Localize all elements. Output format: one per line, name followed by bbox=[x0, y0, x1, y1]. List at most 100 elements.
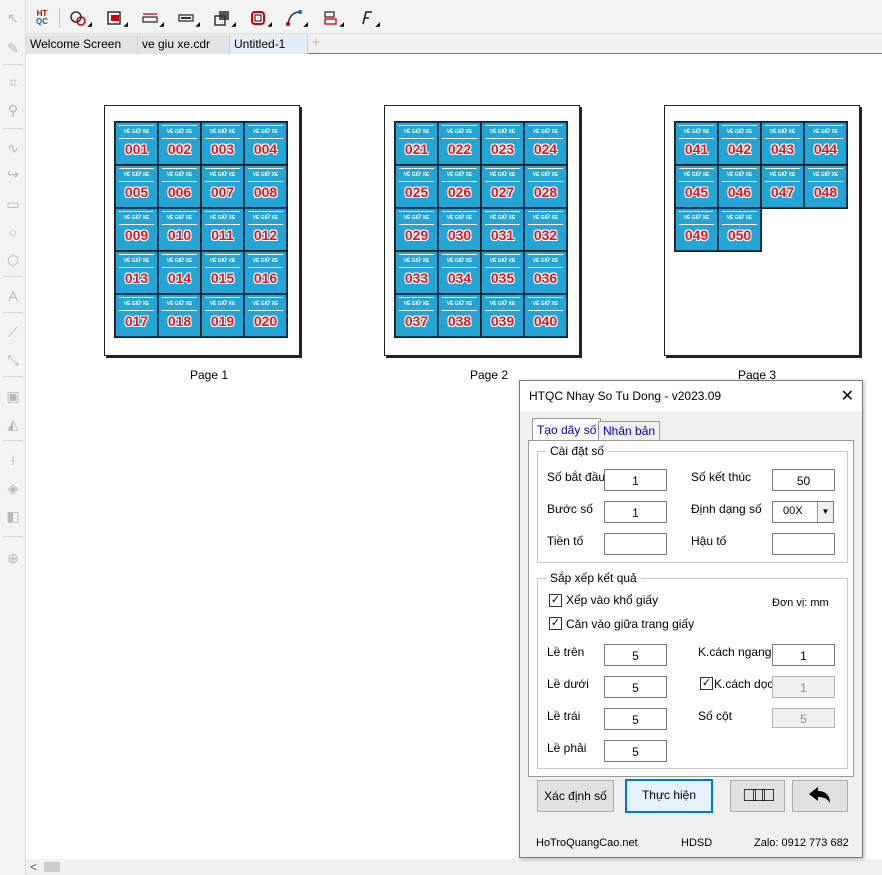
ticket-tile[interactable]: VÉ GIỮ XE 028 bbox=[523, 164, 568, 209]
ticket-tile[interactable]: VÉ GIỮ XE 040 bbox=[523, 293, 568, 338]
ticket-tile[interactable]: VÉ GIỮ XE 018 bbox=[157, 293, 202, 338]
ticket-tile[interactable]: VÉ GIỮ XE 041 bbox=[674, 121, 719, 166]
barcode-tool-icon[interactable]: ◢ bbox=[174, 8, 200, 28]
hgap-field[interactable]: 1 bbox=[772, 644, 835, 666]
ticket-tile[interactable]: VÉ GIỮ XE 044 bbox=[803, 121, 848, 166]
footer-help-link[interactable]: HDSD bbox=[681, 837, 712, 849]
smart-fill-tool-icon[interactable]: ◧ bbox=[3, 506, 23, 526]
drop-shadow-tool-icon[interactable]: ▣ bbox=[3, 386, 23, 406]
transparency-tool-icon[interactable]: ◭ bbox=[3, 414, 23, 434]
ticket-tile[interactable]: VÉ GIỮ XE 004 bbox=[243, 121, 288, 166]
ticket-tile[interactable]: VÉ GIỮ XE 034 bbox=[437, 250, 482, 295]
ticket-tile[interactable]: VÉ GIỮ XE 020 bbox=[243, 293, 288, 338]
start-number-field[interactable]: 1 bbox=[604, 469, 667, 491]
step-field[interactable]: 1 bbox=[604, 501, 667, 523]
top-margin-field[interactable]: 5 bbox=[604, 644, 667, 666]
shape-tool-icon[interactable]: ✎ bbox=[3, 38, 23, 58]
page-1[interactable]: VÉ GIỮ XE 001 VÉ GIỮ XE 002 VÉ GIỮ XE 003 VÉ G… bbox=[104, 105, 300, 356]
ticket-tile[interactable]: VÉ GIỮ XE 009 bbox=[114, 207, 159, 252]
numbering-tool-icon[interactable]: ◢ bbox=[66, 8, 92, 28]
ticket-tile[interactable]: VÉ GIỮ XE 008 bbox=[243, 164, 288, 209]
tab-untitled-1[interactable]: Untitled-1 bbox=[230, 35, 308, 54]
identify-number-button[interactable]: Xác định số bbox=[537, 780, 614, 812]
ellipse-tool-icon[interactable]: ○ bbox=[3, 222, 23, 242]
scroll-left-icon[interactable]: < bbox=[30, 860, 37, 874]
eyedropper-tool-icon[interactable]: ⟊ bbox=[3, 450, 23, 470]
freehand-tool-icon[interactable]: ∿ bbox=[3, 138, 23, 158]
ticket-tile[interactable]: VÉ GIỮ XE 021 bbox=[394, 121, 439, 166]
ticket-tile[interactable]: VÉ GIỮ XE 032 bbox=[523, 207, 568, 252]
ticket-tile[interactable]: VÉ GIỮ XE 002 bbox=[157, 121, 202, 166]
ticket-tile[interactable]: VÉ GIỮ XE 037 bbox=[394, 293, 439, 338]
ticket-tile[interactable]: VÉ GIỮ XE 039 bbox=[480, 293, 525, 338]
fit-paper-checkbox[interactable]: ✓ bbox=[549, 594, 562, 607]
crop-tool-icon[interactable]: ⌗ bbox=[3, 72, 23, 92]
left-margin-field[interactable]: 5 bbox=[604, 708, 667, 730]
ticket-tile[interactable]: VÉ GIỮ XE 007 bbox=[200, 164, 245, 209]
ticket-tile[interactable]: VÉ GIỮ XE 035 bbox=[480, 250, 525, 295]
ticket-tile[interactable]: VÉ GIỮ XE 014 bbox=[157, 250, 202, 295]
add-tab-icon[interactable]: + bbox=[308, 35, 324, 53]
ticket-tile[interactable]: VÉ GIỮ XE 019 bbox=[200, 293, 245, 338]
ticket-tile[interactable]: VÉ GIỮ XE 006 bbox=[157, 164, 202, 209]
ticket-tile[interactable]: VÉ GIỮ XE 025 bbox=[394, 164, 439, 209]
pick-tool-icon[interactable]: ↖ bbox=[3, 8, 23, 28]
connector-tool-icon[interactable]: ⤡ bbox=[3, 350, 23, 370]
tab-ve-giu-xe[interactable]: ve giu xe.cdr bbox=[138, 35, 230, 54]
tab-welcome-screen[interactable]: Welcome Screen bbox=[26, 35, 138, 54]
right-margin-field[interactable]: 5 bbox=[604, 740, 667, 762]
ticket-tile[interactable]: VÉ GIỮ XE 012 bbox=[243, 207, 288, 252]
interactive-fill-tool-icon[interactable]: ◈ bbox=[3, 478, 23, 498]
suffix-field[interactable] bbox=[772, 533, 835, 555]
ticket-tile[interactable]: VÉ GIỮ XE 036 bbox=[523, 250, 568, 295]
ticket-tile[interactable]: VÉ GIỮ XE 026 bbox=[437, 164, 482, 209]
format-select[interactable]: 00X ▼ bbox=[772, 501, 834, 523]
zoom-tool-icon[interactable]: ⚲ bbox=[3, 100, 23, 120]
ticket-tile[interactable]: VÉ GIỮ XE 048 bbox=[803, 164, 848, 209]
ticket-tile[interactable]: VÉ GIỮ XE 017 bbox=[114, 293, 159, 338]
ticket-tile[interactable]: VÉ GIỮ XE 005 bbox=[114, 164, 159, 209]
tab-tao-day-so[interactable]: Tạo dãy số bbox=[532, 418, 602, 441]
ticket-tile[interactable]: VÉ GIỮ XE 015 bbox=[200, 250, 245, 295]
ticket-tile[interactable]: VÉ GIỮ XE 043 bbox=[760, 121, 805, 166]
vgap-field[interactable]: 1 bbox=[772, 676, 835, 698]
footer-site-link[interactable]: HoTroQuangCao.net bbox=[536, 837, 638, 849]
ticket-tile[interactable]: VÉ GIỮ XE 046 bbox=[717, 164, 762, 209]
prefix-field[interactable] bbox=[604, 533, 667, 555]
scroll-thumb[interactable] bbox=[44, 862, 60, 872]
layers-tool-icon[interactable]: ◢ bbox=[210, 8, 236, 28]
chevron-down-icon[interactable]: ▼ bbox=[817, 502, 833, 522]
page-2[interactable]: VÉ GIỮ XE 021 VÉ GIỮ XE 022 VÉ GIỮ XE 023 VÉ G… bbox=[384, 105, 580, 356]
ticket-tile[interactable]: VÉ GIỮ XE 001 bbox=[114, 121, 159, 166]
curve-tool-icon[interactable]: ◢ bbox=[282, 8, 308, 28]
ticket-tile[interactable]: VÉ GIỮ XE 038 bbox=[437, 293, 482, 338]
ticket-tile[interactable]: VÉ GIỮ XE 023 bbox=[480, 121, 525, 166]
end-number-field[interactable]: 50 bbox=[772, 469, 835, 491]
ticket-tile[interactable]: VÉ GIỮ XE 011 bbox=[200, 207, 245, 252]
dialog-titlebar[interactable]: HTQC Nhay So Tu Dong - v2023.09 ✕ bbox=[520, 381, 862, 411]
ticket-tile[interactable]: VÉ GIỮ XE 033 bbox=[394, 250, 439, 295]
tab-nhan-ban[interactable]: Nhân bản bbox=[598, 421, 661, 441]
ticket-tile[interactable]: VÉ GIỮ XE 029 bbox=[394, 207, 439, 252]
ticket-tile[interactable]: VÉ GIỮ XE 013 bbox=[114, 250, 159, 295]
htqc-logo-button[interactable]: HT QC bbox=[30, 8, 54, 28]
ticket-tile[interactable]: VÉ GIỮ XE 016 bbox=[243, 250, 288, 295]
undo-button[interactable] bbox=[792, 780, 848, 812]
ticket-tile[interactable]: VÉ GIỮ XE 042 bbox=[717, 121, 762, 166]
dimension-tool-icon[interactable]: ⟋ bbox=[3, 322, 23, 342]
layout-boxes-button[interactable]: □□□ bbox=[730, 780, 785, 812]
print-tool-icon[interactable]: ◢ bbox=[102, 8, 128, 28]
ticket-tile[interactable]: VÉ GIỮ XE 010 bbox=[157, 207, 202, 252]
ruler-tool-icon[interactable]: ◢ bbox=[138, 8, 164, 28]
center-checkbox[interactable]: ✓ bbox=[549, 617, 562, 630]
ticket-tile[interactable]: VÉ GIỮ XE 049 bbox=[674, 207, 719, 252]
horizontal-scrollbar[interactable]: < bbox=[26, 859, 882, 875]
bottom-margin-field[interactable]: 5 bbox=[604, 676, 667, 698]
frame-tool-icon[interactable]: ◢ bbox=[246, 8, 272, 28]
close-icon[interactable]: ✕ bbox=[841, 386, 854, 406]
add-tool-icon[interactable]: ⊕ bbox=[3, 548, 23, 568]
ticket-tile[interactable]: VÉ GIỮ XE 030 bbox=[437, 207, 482, 252]
align-tool-icon[interactable]: ◢ bbox=[318, 8, 344, 28]
rectangle-tool-icon[interactable]: ▭ bbox=[3, 194, 23, 214]
ticket-tile[interactable]: VÉ GIỮ XE 047 bbox=[760, 164, 805, 209]
